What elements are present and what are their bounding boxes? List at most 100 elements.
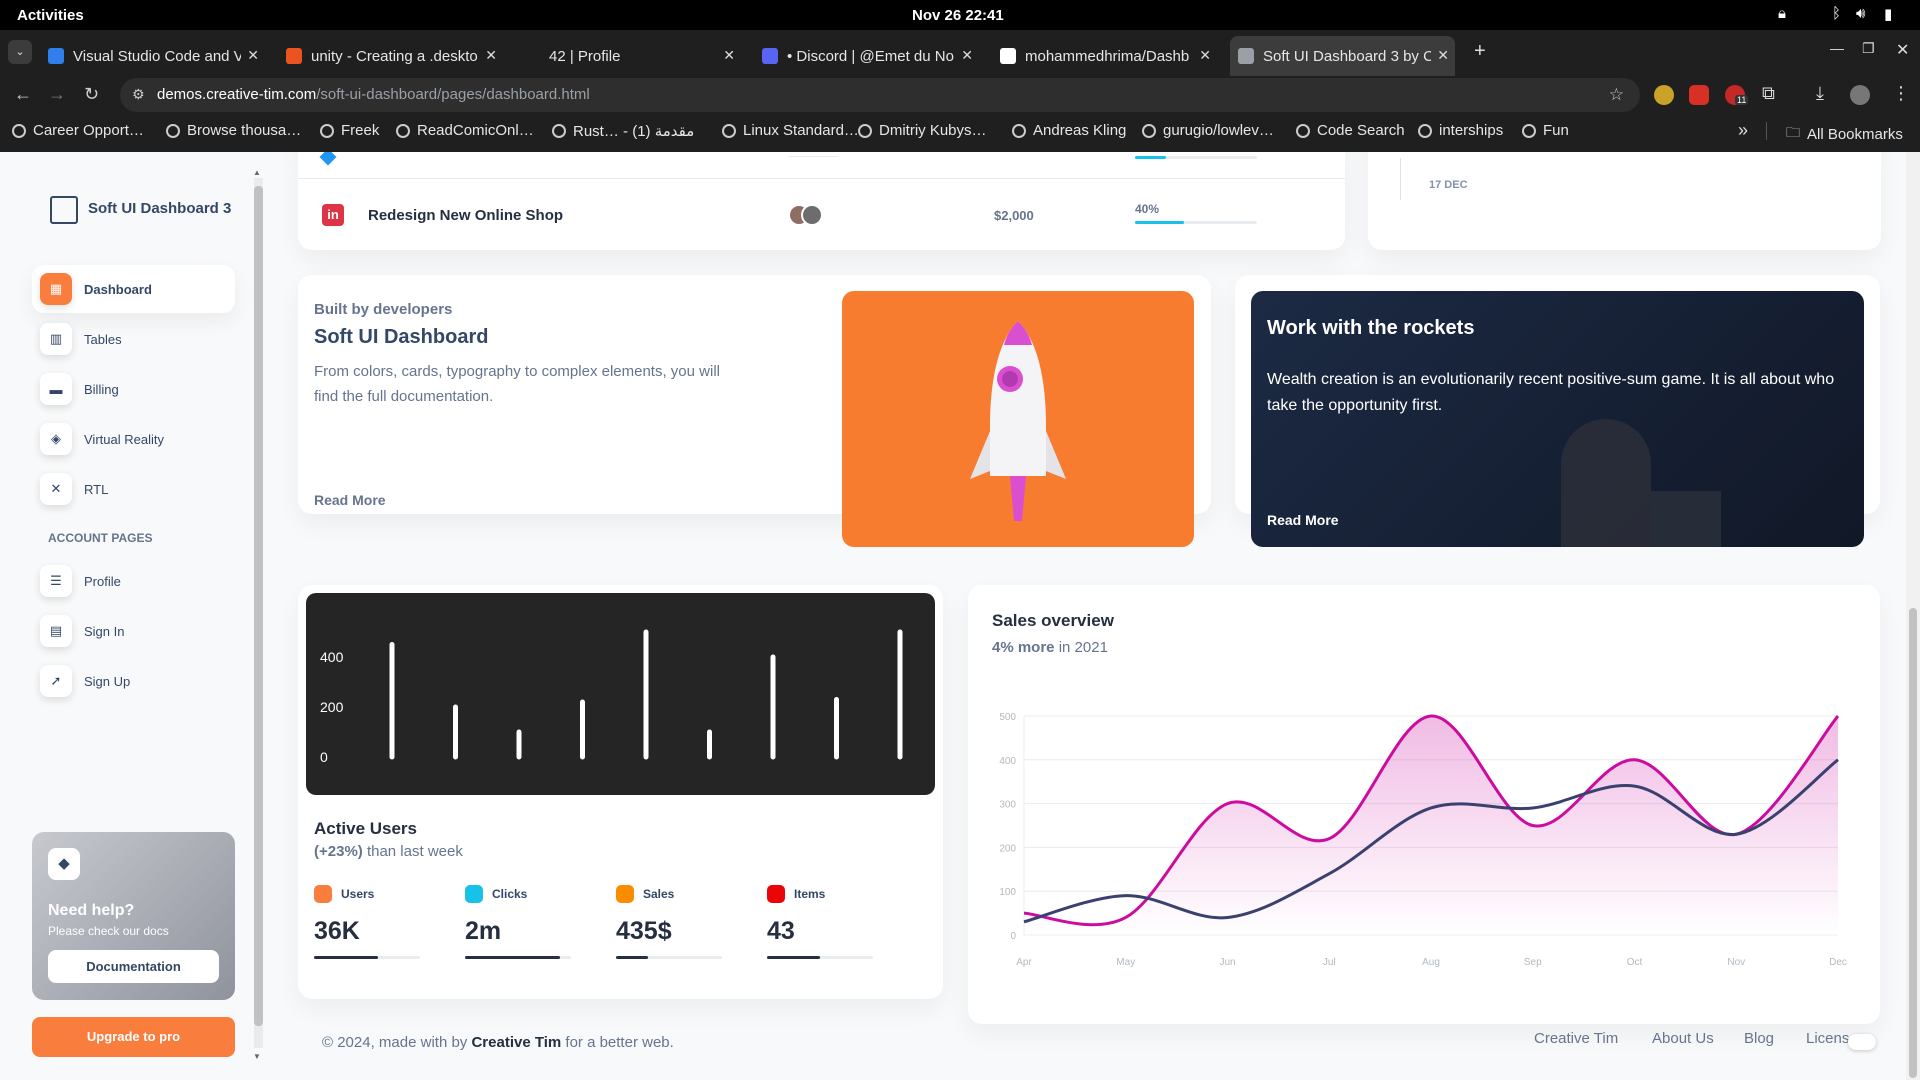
sidebar-item-virtual-reality[interactable]: ◈ Virtual Reality <box>32 415 235 463</box>
sidebar-item-tables[interactable]: ▥ Tables <box>32 315 235 363</box>
menu-icon[interactable]: ⋮ <box>1892 83 1910 104</box>
section-label: ACCOUNT PAGES <box>48 531 153 545</box>
maximize-icon[interactable]: ❐ <box>1862 40 1875 57</box>
sidebar-item-dashboard[interactable]: ▦ Dashboard <box>32 265 235 313</box>
stat-value: 43 <box>767 917 795 945</box>
tab[interactable]: unity - Creating a .deskto ✕ <box>278 36 503 76</box>
y-tick-label: 100 <box>999 887 1016 898</box>
footer-link[interactable]: Blog <box>1744 1030 1774 1047</box>
minimize-icon[interactable]: — <box>1830 40 1844 56</box>
close-tab-icon[interactable]: ✕ <box>1199 47 1211 64</box>
sidebar-scrollbar[interactable] <box>254 178 263 1048</box>
close-window-icon[interactable]: ✕ <box>1896 40 1909 60</box>
rocket-illustration <box>842 291 1194 547</box>
rockets-text: Wealth creation is an evolutionarily rec… <box>1267 371 1835 414</box>
bookmark[interactable]: Fun <box>1522 122 1569 139</box>
help-title: Need help? <box>48 902 135 919</box>
all-bookmarks-button[interactable]: 🗀︎ All Bookmarks <box>1786 122 1903 146</box>
site-info-icon[interactable]: ⚙ <box>132 86 145 103</box>
series-area <box>1024 715 1838 935</box>
upgrade-button[interactable]: Upgrade to pro <box>32 1017 235 1057</box>
globe-icon <box>1012 123 1026 138</box>
close-tab-icon[interactable]: ✕ <box>485 47 497 64</box>
close-tab-icon[interactable]: ✕ <box>961 47 973 64</box>
back-icon[interactable]: ← <box>14 84 32 105</box>
shield-icon[interactable] <box>1689 85 1709 105</box>
scroll-down-icon[interactable]: ▼ <box>253 1052 261 1061</box>
bookmarks-overflow-button[interactable]: » <box>1738 120 1748 141</box>
new-tab-button[interactable]: + <box>1474 40 1486 63</box>
toggle-switch[interactable] <box>1848 1034 1876 1050</box>
bookmark[interactable]: Linux Standard… <box>722 122 859 139</box>
page-scrollbar-thumb[interactable] <box>1909 608 1917 1078</box>
lock-icon[interactable]: 🔒︎ <box>1778 5 1786 22</box>
globe-icon <box>552 124 566 138</box>
project-name[interactable]: Redesign New Online Shop <box>368 207 563 224</box>
read-more-link[interactable]: Read More <box>1267 512 1339 528</box>
sidebar-scrollbar-thumb[interactable] <box>254 186 263 1026</box>
tab-title: mohammedhrima/Dashb <box>1025 47 1190 65</box>
profile-avatar[interactable] <box>1850 85 1870 105</box>
globe-icon <box>1418 123 1432 138</box>
clock[interactable]: Nov 26 22:41 <box>912 7 1004 24</box>
activities-button[interactable]: Activities <box>17 7 84 24</box>
sidebar-item-sign-in[interactable]: ▤ Sign In <box>32 607 235 655</box>
stat-progress-fill <box>314 956 378 959</box>
extension-icon[interactable] <box>1654 85 1674 105</box>
x-tick-label: Sep <box>1524 957 1542 968</box>
globe-icon <box>722 123 736 138</box>
puzzle-icon[interactable]: ⧉ <box>1762 83 1775 104</box>
sidebar-item-billing[interactable]: ▬ Billing <box>32 365 235 413</box>
forward-icon[interactable]: → <box>48 84 66 105</box>
close-tab-icon[interactable]: ✕ <box>1437 47 1449 64</box>
bookmark[interactable]: interships <box>1418 122 1503 139</box>
stat-progress-track <box>767 956 873 959</box>
stat-users: Users 36K <box>314 885 434 959</box>
close-tab-icon[interactable]: ✕ <box>247 47 259 64</box>
bluetooth-icon[interactable]: ᛒ <box>1832 5 1841 22</box>
x-tick-label: Oct <box>1627 957 1643 968</box>
library-icon <box>314 885 332 903</box>
battery-icon[interactable]: ▮ <box>1884 5 1892 23</box>
sidebar-item-sign-up[interactable]: ➚ Sign Up <box>32 657 235 705</box>
bookmark[interactable]: gurugio/lowlev… <box>1142 122 1274 139</box>
sidebar-item-profile[interactable]: ☰ Profile <box>32 557 235 605</box>
orders-overview-card: 17 DEC <box>1368 152 1881 250</box>
scroll-up-icon[interactable]: ▲ <box>253 168 261 177</box>
bookmark[interactable]: Career Opport… <box>12 122 144 139</box>
address-bar[interactable]: ⚙ demos.creative-tim.com/soft-ui-dashboa… <box>120 78 1640 112</box>
documentation-button[interactable]: Documentation <box>48 950 219 983</box>
reload-icon[interactable]: ↻ <box>84 84 99 105</box>
read-more-link[interactable]: Read More <box>314 492 386 508</box>
footer-link[interactable]: About Us <box>1652 1030 1714 1047</box>
bookmark[interactable]: Freek <box>320 122 379 139</box>
timeline-line <box>1400 158 1401 200</box>
tab[interactable]: Soft UI Dashboard 3 by C ✕ <box>1230 36 1455 76</box>
tab[interactable]: mohammedhrima/Dashb ✕ <box>992 36 1217 76</box>
bookmark[interactable]: ReadComicOnl… <box>396 122 534 139</box>
download-icon[interactable]: ⤓ <box>1816 83 1824 104</box>
close-tab-icon[interactable]: ✕ <box>723 47 735 64</box>
tab-search-button[interactable]: ⌄ <box>8 40 32 64</box>
sidebar-item-rtl[interactable]: ✕ RTL <box>32 465 235 513</box>
bookmark[interactable]: Dmitriy Kubys… <box>858 122 987 139</box>
bookmark[interactable]: Browse thousa… <box>166 122 301 139</box>
divider <box>1766 122 1767 140</box>
brand-name[interactable]: Soft UI Dashboard 3 <box>88 200 231 217</box>
bookmark[interactable]: Andreas Kling <box>1012 122 1126 139</box>
page-scrollbar[interactable] <box>1906 152 1920 1080</box>
avatar[interactable] <box>801 204 823 226</box>
y-tick-label: 400 <box>999 756 1016 767</box>
tab[interactable]: 42 | Profile ✕ <box>516 36 741 76</box>
bookmark[interactable]: Code Search <box>1296 122 1405 139</box>
x-tick-label: Aug <box>1422 957 1440 968</box>
footer-link[interactable]: Creative Tim <box>1534 1030 1618 1047</box>
footer-link[interactable]: Licens <box>1806 1030 1849 1047</box>
footer-author-link[interactable]: Creative Tim <box>471 1034 561 1051</box>
tab[interactable]: Visual Studio Code and V ✕ <box>40 36 265 76</box>
volume-icon[interactable]: 🔊︎ <box>1856 5 1865 22</box>
bookmark[interactable]: Rust… - مقدمة (1) <box>552 122 694 140</box>
tab[interactable]: • Discord | @Emet du No ✕ <box>754 36 979 76</box>
extension-badge-icon[interactable]: 11 <box>1725 85 1749 105</box>
bookmark-star-icon[interactable]: ☆ <box>1609 85 1624 105</box>
